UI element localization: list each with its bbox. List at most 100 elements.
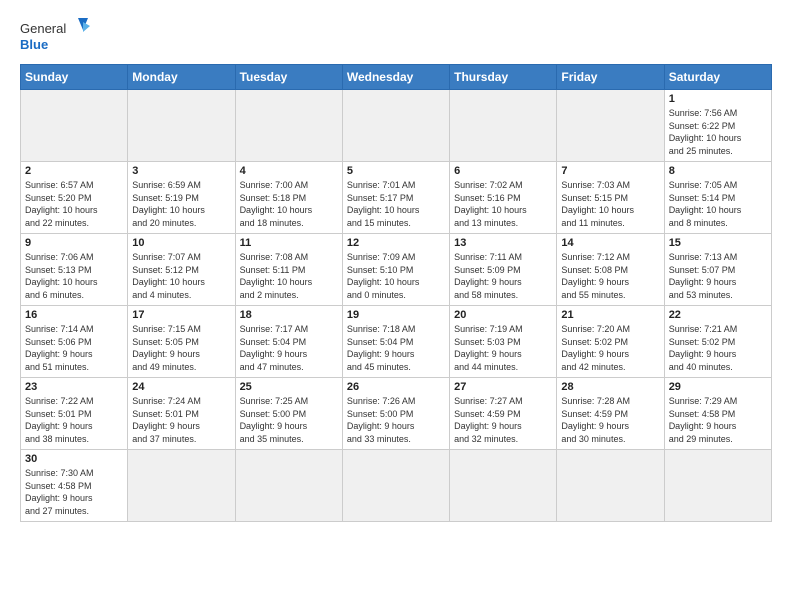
day-number: 19 <box>347 309 445 321</box>
day-number: 30 <box>25 453 123 465</box>
day-number: 12 <box>347 237 445 249</box>
day-info: Sunrise: 7:30 AM Sunset: 4:58 PM Dayligh… <box>25 467 123 517</box>
logo: General Blue <box>20 16 90 56</box>
calendar-day-cell: 20Sunrise: 7:19 AM Sunset: 5:03 PM Dayli… <box>450 306 557 378</box>
header: General Blue <box>20 16 772 56</box>
day-number: 8 <box>669 165 767 177</box>
day-number: 6 <box>454 165 552 177</box>
day-of-week-header: Friday <box>557 65 664 90</box>
day-info: Sunrise: 7:22 AM Sunset: 5:01 PM Dayligh… <box>25 395 123 445</box>
calendar-day-cell <box>557 90 664 162</box>
calendar-table: SundayMondayTuesdayWednesdayThursdayFrid… <box>20 64 772 522</box>
day-number: 15 <box>669 237 767 249</box>
day-number: 11 <box>240 237 338 249</box>
calendar-day-cell: 29Sunrise: 7:29 AM Sunset: 4:58 PM Dayli… <box>664 378 771 450</box>
day-info: Sunrise: 7:28 AM Sunset: 4:59 PM Dayligh… <box>561 395 659 445</box>
calendar-week-row: 1Sunrise: 7:56 AM Sunset: 6:22 PM Daylig… <box>21 90 772 162</box>
day-of-week-header: Tuesday <box>235 65 342 90</box>
calendar-day-cell: 1Sunrise: 7:56 AM Sunset: 6:22 PM Daylig… <box>664 90 771 162</box>
calendar-day-cell: 22Sunrise: 7:21 AM Sunset: 5:02 PM Dayli… <box>664 306 771 378</box>
calendar-day-cell <box>450 90 557 162</box>
calendar-week-row: 9Sunrise: 7:06 AM Sunset: 5:13 PM Daylig… <box>21 234 772 306</box>
day-number: 2 <box>25 165 123 177</box>
calendar-day-cell: 25 Sunrise: 7:25 AM Sunset: 5:00 PM Dayli… <box>235 378 342 450</box>
day-info: Sunrise: 7:02 AM Sunset: 5:16 PM Dayligh… <box>454 179 552 229</box>
day-number: 14 <box>561 237 659 249</box>
svg-text:General: General <box>20 21 66 36</box>
day-info: Sunrise: 7:13 AM Sunset: 5:07 PM Dayligh… <box>669 251 767 301</box>
calendar-day-cell: 27Sunrise: 7:27 AM Sunset: 4:59 PM Dayli… <box>450 378 557 450</box>
calendar-day-cell <box>128 450 235 522</box>
calendar-week-row: 30 Sunrise: 7:30 AM Sunset: 4:58 PM Dayli… <box>21 450 772 522</box>
calendar-day-cell: 2Sunrise: 6:57 AM Sunset: 5:20 PM Daylig… <box>21 162 128 234</box>
day-info: Sunrise: 7:01 AM Sunset: 5:17 PM Dayligh… <box>347 179 445 229</box>
day-number: 17 <box>132 309 230 321</box>
day-info: Sunrise: 7:56 AM Sunset: 6:22 PM Dayligh… <box>669 107 767 157</box>
calendar-day-cell: 14 Sunrise: 7:12 AM Sunset: 5:08 PM Dayli… <box>557 234 664 306</box>
svg-text:Blue: Blue <box>20 37 48 52</box>
calendar-day-cell: 19Sunrise: 7:18 AM Sunset: 5:04 PM Dayli… <box>342 306 449 378</box>
day-info: Sunrise: 7:14 AM Sunset: 5:06 PM Dayligh… <box>25 323 123 373</box>
day-number: 18 <box>240 309 338 321</box>
day-info: Sunrise: 7:20 AM Sunset: 5:02 PM Dayligh… <box>561 323 659 373</box>
day-info: Sunrise: 7:12 AM Sunset: 5:08 PM Dayligh… <box>561 251 659 301</box>
calendar-day-cell <box>128 90 235 162</box>
day-info: Sunrise: 6:59 AM Sunset: 5:19 PM Dayligh… <box>132 179 230 229</box>
calendar-day-cell: 16 Sunrise: 7:14 AM Sunset: 5:06 PM Dayli… <box>21 306 128 378</box>
calendar-day-cell <box>557 450 664 522</box>
calendar-day-cell: 24Sunrise: 7:24 AM Sunset: 5:01 PM Dayli… <box>128 378 235 450</box>
page: General Blue SundayMondayTuesdayWednesda… <box>0 0 792 612</box>
calendar-header-row: SundayMondayTuesdayWednesdayThursdayFrid… <box>21 65 772 90</box>
day-number: 4 <box>240 165 338 177</box>
day-info: Sunrise: 7:00 AM Sunset: 5:18 PM Dayligh… <box>240 179 338 229</box>
calendar-day-cell <box>664 450 771 522</box>
calendar-day-cell: 15 Sunrise: 7:13 AM Sunset: 5:07 PM Dayli… <box>664 234 771 306</box>
generalblue-logo-icon: General Blue <box>20 16 90 56</box>
calendar-day-cell: 9Sunrise: 7:06 AM Sunset: 5:13 PM Daylig… <box>21 234 128 306</box>
day-number: 16 <box>25 309 123 321</box>
calendar-day-cell: 8 Sunrise: 7:05 AM Sunset: 5:14 PM Daylig… <box>664 162 771 234</box>
day-info: Sunrise: 7:11 AM Sunset: 5:09 PM Dayligh… <box>454 251 552 301</box>
day-number: 5 <box>347 165 445 177</box>
day-number: 13 <box>454 237 552 249</box>
day-number: 22 <box>669 309 767 321</box>
calendar-day-cell: 28Sunrise: 7:28 AM Sunset: 4:59 PM Dayli… <box>557 378 664 450</box>
calendar-day-cell <box>450 450 557 522</box>
day-info: Sunrise: 7:17 AM Sunset: 5:04 PM Dayligh… <box>240 323 338 373</box>
calendar-day-cell: 12 Sunrise: 7:09 AM Sunset: 5:10 PM Dayli… <box>342 234 449 306</box>
day-info: Sunrise: 7:03 AM Sunset: 5:15 PM Dayligh… <box>561 179 659 229</box>
calendar-day-cell: 5 Sunrise: 7:01 AM Sunset: 5:17 PM Daylig… <box>342 162 449 234</box>
day-number: 27 <box>454 381 552 393</box>
calendar-day-cell: 13 Sunrise: 7:11 AM Sunset: 5:09 PM Dayli… <box>450 234 557 306</box>
day-info: Sunrise: 7:07 AM Sunset: 5:12 PM Dayligh… <box>132 251 230 301</box>
day-info: Sunrise: 7:09 AM Sunset: 5:10 PM Dayligh… <box>347 251 445 301</box>
calendar-day-cell: 26Sunrise: 7:26 AM Sunset: 5:00 PM Dayli… <box>342 378 449 450</box>
calendar-day-cell: 21 Sunrise: 7:20 AM Sunset: 5:02 PM Dayli… <box>557 306 664 378</box>
day-info: Sunrise: 7:15 AM Sunset: 5:05 PM Dayligh… <box>132 323 230 373</box>
day-info: Sunrise: 7:05 AM Sunset: 5:14 PM Dayligh… <box>669 179 767 229</box>
day-number: 25 <box>240 381 338 393</box>
calendar-day-cell <box>21 90 128 162</box>
day-info: Sunrise: 7:25 AM Sunset: 5:00 PM Dayligh… <box>240 395 338 445</box>
day-info: Sunrise: 7:08 AM Sunset: 5:11 PM Dayligh… <box>240 251 338 301</box>
day-number: 23 <box>25 381 123 393</box>
calendar-day-cell: 7Sunrise: 7:03 AM Sunset: 5:15 PM Daylig… <box>557 162 664 234</box>
calendar-day-cell: 23 Sunrise: 7:22 AM Sunset: 5:01 PM Dayli… <box>21 378 128 450</box>
day-info: Sunrise: 7:19 AM Sunset: 5:03 PM Dayligh… <box>454 323 552 373</box>
calendar-day-cell: 30 Sunrise: 7:30 AM Sunset: 4:58 PM Dayli… <box>21 450 128 522</box>
day-info: Sunrise: 7:06 AM Sunset: 5:13 PM Dayligh… <box>25 251 123 301</box>
day-of-week-header: Saturday <box>664 65 771 90</box>
calendar-week-row: 23 Sunrise: 7:22 AM Sunset: 5:01 PM Dayli… <box>21 378 772 450</box>
calendar-day-cell <box>235 450 342 522</box>
calendar-day-cell: 17 Sunrise: 7:15 AM Sunset: 5:05 PM Dayli… <box>128 306 235 378</box>
day-info: Sunrise: 7:26 AM Sunset: 5:00 PM Dayligh… <box>347 395 445 445</box>
calendar-day-cell: 3Sunrise: 6:59 AM Sunset: 5:19 PM Daylig… <box>128 162 235 234</box>
day-of-week-header: Sunday <box>21 65 128 90</box>
calendar-day-cell <box>342 450 449 522</box>
calendar-day-cell: 11 Sunrise: 7:08 AM Sunset: 5:11 PM Dayli… <box>235 234 342 306</box>
day-of-week-header: Monday <box>128 65 235 90</box>
day-number: 21 <box>561 309 659 321</box>
calendar-day-cell: 10Sunrise: 7:07 AM Sunset: 5:12 PM Dayli… <box>128 234 235 306</box>
day-info: Sunrise: 7:29 AM Sunset: 4:58 PM Dayligh… <box>669 395 767 445</box>
day-of-week-header: Wednesday <box>342 65 449 90</box>
